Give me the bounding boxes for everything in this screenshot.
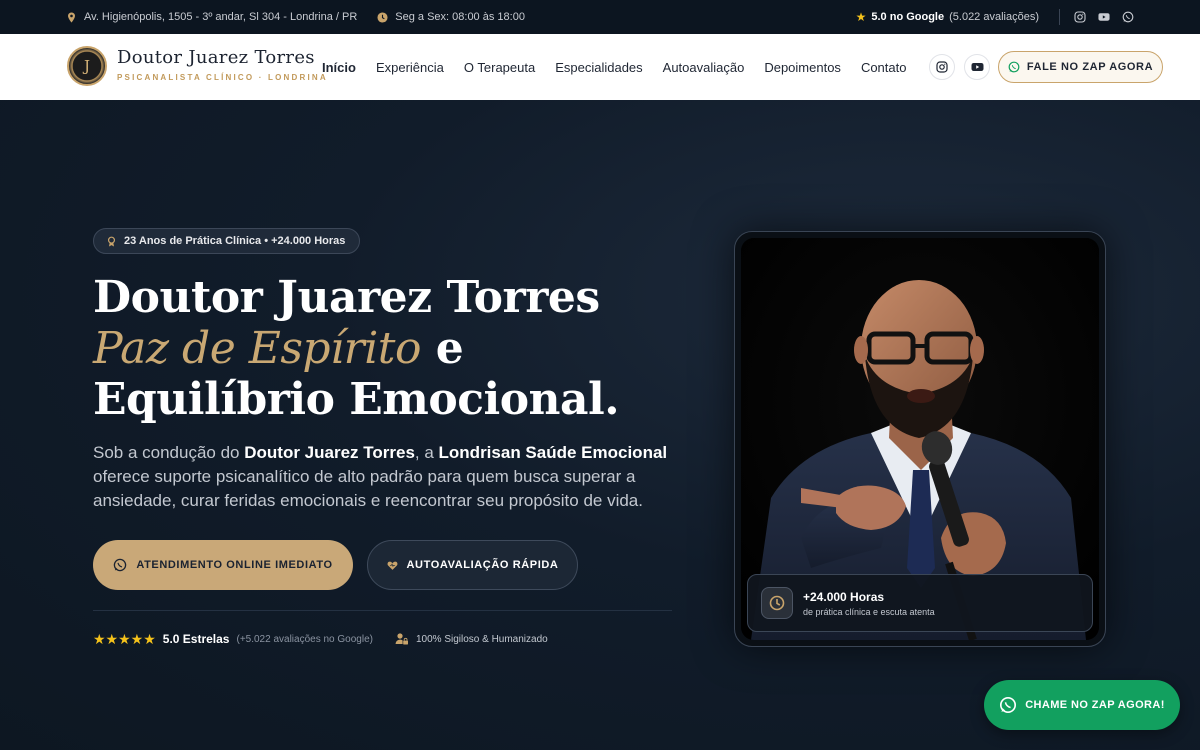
nav-item-terapeuta[interactable]: O Terapeuta: [464, 60, 535, 75]
star-icon: ★: [855, 10, 867, 24]
nav-item-experiencia[interactable]: Experiência: [376, 60, 444, 75]
header-whatsapp-label: FALE NO ZAP AGORA: [1026, 61, 1154, 73]
heart-icon: [387, 561, 397, 570]
top-social-links: [1074, 11, 1134, 23]
brand-subtitle: PSICANALISTA CLÍNICO · LONDRINA: [117, 73, 328, 82]
floating-whatsapp-label: CHAME NO ZAP AGORA!: [1025, 699, 1165, 711]
whatsapp-icon: [114, 558, 127, 572]
rating-label: 5.0 Estrelas: [162, 632, 230, 646]
hero-section: 23 Anos de Prática Clínica • +24.000 Hor…: [0, 100, 1200, 750]
nav-item-especialidades[interactable]: Especialidades: [555, 60, 642, 75]
hours-item: Seg a Sex: 08:00 às 18:00: [377, 11, 525, 23]
user-lock-icon: [395, 632, 409, 646]
online-appointment-label: ATENDIMENTO ONLINE IMEDIATO: [136, 559, 333, 571]
secure-label: 100% Sigiloso & Humanizado: [415, 633, 548, 645]
star-rating-icons: ★★★★★: [93, 630, 156, 647]
hero-title-e: e: [420, 323, 464, 374]
hero-title-line3: Equilíbrio Emocional.: [93, 374, 620, 425]
whatsapp-icon: [1008, 61, 1020, 73]
google-rating-count: (5.022 avaliações): [949, 11, 1039, 23]
site-header: J Doutor Juarez Torres PSICANALISTA CLÍN…: [0, 34, 1200, 100]
clock-icon: [377, 11, 388, 23]
online-appointment-button[interactable]: ATENDIMENTO ONLINE IMEDIATO: [93, 540, 353, 590]
nav-item-inicio[interactable]: Início: [322, 60, 356, 75]
stat-title: +24.000 Horas: [803, 589, 885, 604]
hero-rating-row: ★★★★★ 5.0 Estrelas (+5.022 avaliações no…: [93, 630, 548, 648]
award-icon: [106, 236, 117, 247]
address-item: Av. Higienópolis, 1505 - 3º andar, Sl 30…: [66, 11, 357, 23]
brand-name: Doutor Juarez Torres: [117, 47, 315, 68]
lead-bold-2: Londrisan Saúde Emocional: [438, 443, 668, 462]
hours-text: Seg a Sex: 08:00 às 18:00: [395, 11, 525, 23]
lead-bold-1: Doutor Juarez Torres: [244, 443, 415, 462]
divider: [1059, 9, 1060, 25]
nav-item-depoimentos[interactable]: Depoimentos: [764, 60, 841, 75]
brand[interactable]: Doutor Juarez Torres PSICANALISTA CLÍNIC…: [117, 47, 328, 82]
header-social-links: [929, 54, 990, 80]
hero-title-line1: Doutor Juarez Torres: [93, 272, 600, 323]
google-rating[interactable]: ★ 5.0 no Google (5.022 avaliações): [856, 10, 1039, 24]
lead-text-1: Sob a condução do: [93, 443, 245, 462]
lead-text-3: oferece suporte psicanalítico de alto pa…: [93, 467, 643, 510]
google-rating-value: 5.0 no Google: [871, 11, 945, 23]
main-nav: Início Experiência O Terapeuta Especiali…: [322, 34, 906, 100]
whatsapp-icon[interactable]: [1122, 11, 1134, 23]
stat-subtitle: de prática clínica e escuta atenta: [803, 606, 935, 617]
youtube-button[interactable]: [964, 54, 990, 80]
floating-whatsapp-button[interactable]: CHAME NO ZAP AGORA!: [984, 680, 1180, 730]
experience-badge-text: 23 Anos de Prática Clínica • +24.000 Hor…: [124, 235, 346, 247]
header-whatsapp-button[interactable]: FALE NO ZAP AGORA: [998, 51, 1163, 83]
hero-title-italic: Paz de Espírito: [93, 323, 421, 374]
self-assessment-label: AUTOAVALIAÇÃO RÁPIDA: [406, 559, 559, 571]
whatsapp-icon: [1000, 696, 1017, 714]
logo[interactable]: J: [67, 46, 107, 86]
experience-badge: 23 Anos de Prática Clínica • +24.000 Hor…: [93, 228, 361, 254]
address-text: Av. Higienópolis, 1505 - 3º andar, Sl 30…: [84, 11, 358, 23]
youtube-icon: [971, 63, 983, 71]
nav-item-autoavaliacao[interactable]: Autoavaliação: [663, 60, 745, 75]
hours-stat-card: +24.000 Horas de prática clínica e escut…: [747, 574, 1093, 632]
self-assessment-button[interactable]: AUTOAVALIAÇÃO RÁPIDA: [367, 540, 578, 590]
instagram-icon: [936, 61, 948, 73]
top-info-bar: Av. Higienópolis, 1505 - 3º andar, Sl 30…: [0, 0, 1200, 34]
lead-text-2: , a: [414, 443, 439, 462]
instagram-button[interactable]: [929, 54, 955, 80]
rating-note: (+5.022 avaliações no Google): [236, 633, 373, 645]
map-pin-icon: [66, 11, 77, 23]
hero-divider: [93, 610, 672, 611]
logo-monogram: J: [83, 57, 90, 75]
clock-icon: [761, 587, 793, 619]
hero-title: Doutor Juarez Torres Paz de Espírito e E…: [93, 272, 620, 425]
instagram-icon[interactable]: [1074, 11, 1086, 23]
youtube-icon[interactable]: [1098, 11, 1110, 23]
hero-description: Sob a condução do Doutor Juarez Torres, …: [93, 441, 673, 513]
nav-item-contato[interactable]: Contato: [861, 60, 907, 75]
